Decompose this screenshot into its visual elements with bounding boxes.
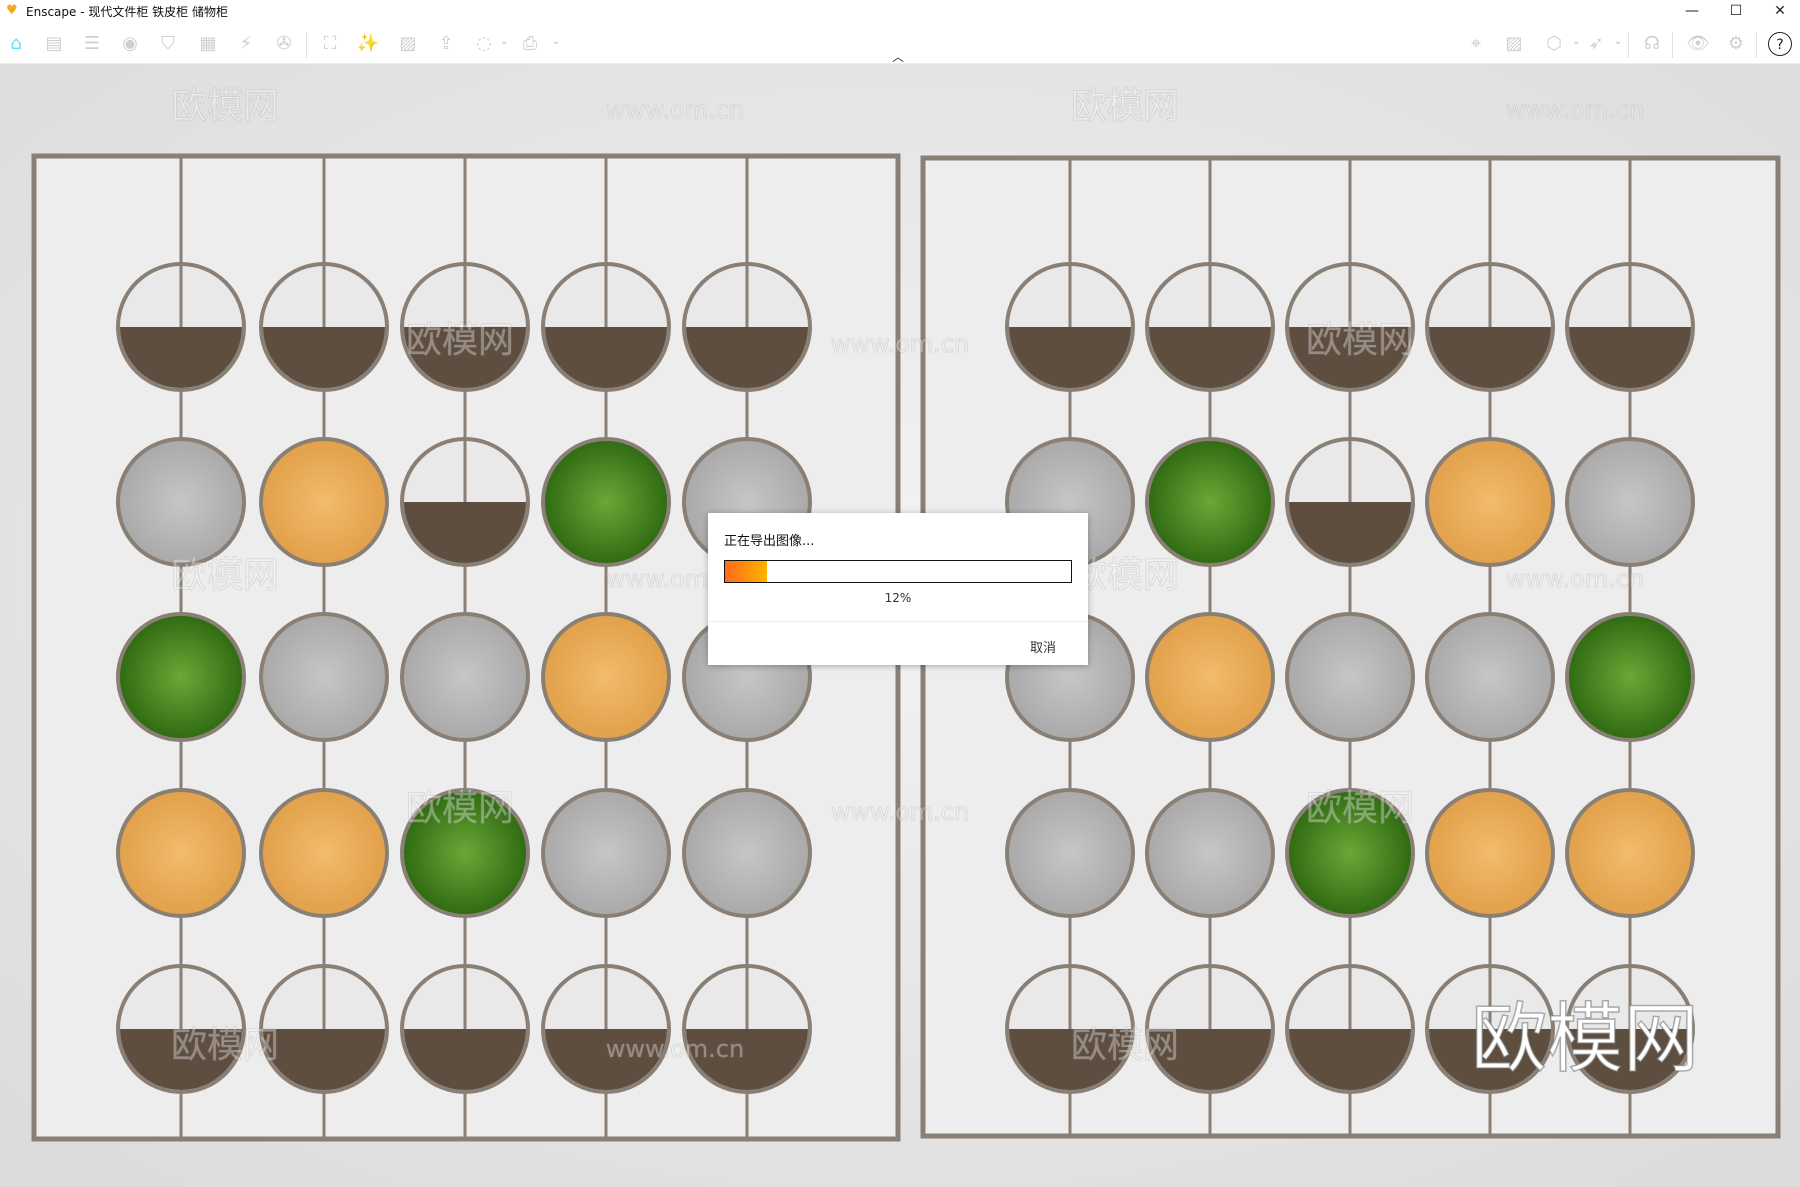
export-file-icon[interactable]: ⇪: [434, 32, 458, 56]
circle-panel-gray-felt: [1145, 788, 1275, 918]
box-icon[interactable]: ⬡: [1542, 32, 1566, 56]
toolbar-separator: [1628, 32, 1629, 58]
circle-panel-moss: [1565, 612, 1695, 742]
circle-panel-half-brown: [116, 262, 246, 392]
circle-panel-half-brown: [682, 964, 812, 1094]
panorama-dropdown-chevron-icon[interactable]: ⌄: [500, 36, 508, 47]
circle-panel-gray-felt: [400, 612, 530, 742]
screenshot-icon[interactable]: ⛶: [318, 32, 342, 56]
watermark-text: 欧模网: [171, 1025, 279, 1066]
building-flash-icon[interactable]: ⚡: [234, 32, 258, 56]
watermark-text: www.om.cn: [831, 798, 969, 826]
circle-panel-gray-felt: [682, 788, 812, 918]
map-location-icon[interactable]: ⌖: [1464, 32, 1488, 56]
circle-panel-half-brown: [1145, 262, 1275, 392]
circle-panel-gray-felt: [541, 788, 671, 918]
toolbar-separator: [306, 32, 307, 58]
circle-panel-half-brown: [541, 262, 671, 392]
watermark-text: www.om.cn: [606, 96, 744, 124]
close-button[interactable]: ✕: [1760, 0, 1800, 22]
progress-bar: [724, 560, 1072, 583]
building-icon[interactable]: ▦: [196, 32, 220, 56]
watermark-text: www.om.cn: [606, 1035, 744, 1063]
help-icon[interactable]: ?: [1768, 32, 1792, 56]
circle-panel-gray-felt: [1565, 437, 1695, 567]
watermark-text: 欧模网: [1071, 1025, 1179, 1066]
panorama-360-icon[interactable]: ◌: [472, 32, 496, 56]
circle-panel-orange-felt: [541, 612, 671, 742]
circle-panel-orange-felt: [1425, 437, 1555, 567]
video-reel-icon[interactable]: ✇: [272, 32, 296, 56]
circle-panel-half-brown: [400, 964, 530, 1094]
watermark-text: 欧模网: [1071, 86, 1179, 127]
divider: [708, 621, 1088, 622]
collapse-toolbar-chevron-icon[interactable]: ︿: [892, 48, 904, 65]
watermark-text: 欧模网: [406, 788, 514, 829]
minimize-button[interactable]: —: [1672, 0, 1712, 22]
bim-icon[interactable]: ☰: [80, 32, 104, 56]
circle-panel-gray-felt: [1425, 612, 1555, 742]
circle-panel-gray-felt: [1005, 788, 1135, 918]
circle-panel-half-brown: [259, 262, 389, 392]
shield-icon[interactable]: ⛉: [156, 32, 180, 56]
enscape-logo-icon: ♥: [6, 3, 18, 18]
watermark-text: 欧模网: [406, 320, 514, 361]
gear-icon[interactable]: ⚙: [1724, 32, 1748, 56]
circle-panel-orange-felt: [259, 788, 389, 918]
circle-panel-half-brown: [682, 262, 812, 392]
dialog-title: 正在导出图像...: [724, 534, 815, 549]
circle-panel-half-brown: [1285, 437, 1415, 567]
watermark-text: 欧模网: [171, 86, 279, 127]
image-icon[interactable]: ▨: [396, 32, 420, 56]
circle-panel-gray-felt: [1285, 612, 1415, 742]
circle-panel-gray-felt: [116, 437, 246, 567]
circle-panel-half-brown: [400, 437, 530, 567]
circle-panel-half-brown: [259, 964, 389, 1094]
circle-panel-moss: [116, 612, 246, 742]
circle-panel-half-brown: [1005, 262, 1135, 392]
watermark-text: 欧模网: [1306, 320, 1414, 361]
cancel-button[interactable]: 取消: [1030, 637, 1056, 656]
circle-panel-orange-felt: [116, 788, 246, 918]
toolbar-separator: [1672, 32, 1673, 58]
circle-panel-orange-felt: [1565, 788, 1695, 918]
watermark-text: www.om.cn: [831, 330, 969, 358]
circle-panel-moss: [1145, 437, 1275, 567]
circle-panel-half-brown: [1565, 262, 1695, 392]
title-bar: ♥ Enscape - 现代文件柜 铁皮柜 储物柜 — ☐ ✕: [0, 0, 1800, 22]
circle-panel-orange-felt: [1145, 612, 1275, 742]
eye-settings-icon[interactable]: 👁: [1686, 32, 1710, 56]
circle-panel-half-brown: [1285, 964, 1415, 1094]
progress-bar-fill: [725, 561, 767, 582]
progress-percent: 12%: [884, 591, 912, 605]
circle-panel-orange-felt: [259, 437, 389, 567]
vr-headset-icon[interactable]: ☊: [1640, 32, 1664, 56]
magic-wand-icon[interactable]: ✨: [356, 32, 380, 56]
image-panel-icon[interactable]: ▨: [1502, 32, 1526, 56]
wing-dropdown-chevron-icon[interactable]: ⌄: [1614, 36, 1622, 47]
circle-panel-half-brown: [541, 964, 671, 1094]
export-progress-dialog: 正在导出图像... 12% 取消: [708, 513, 1088, 665]
watermark-text: www.om.cn: [1506, 565, 1644, 593]
maximize-button[interactable]: ☐: [1716, 0, 1756, 22]
circle-panel-moss: [541, 437, 671, 567]
window-title: Enscape - 现代文件柜 铁皮柜 储物柜: [26, 4, 228, 19]
circle-panel-half-brown: [1425, 262, 1555, 392]
home-icon[interactable]: ⌂: [4, 32, 28, 56]
notes-icon[interactable]: ▤: [42, 32, 66, 56]
watermark-text: 欧模网: [1306, 788, 1414, 829]
wing-icon[interactable]: ➶: [1584, 32, 1608, 56]
watermark-text: www.om.cn: [1506, 96, 1644, 124]
circle-panel-gray-felt: [259, 612, 389, 742]
exr-export-icon[interactable]: ⎙: [518, 32, 542, 56]
exr-dropdown-chevron-icon[interactable]: ⌄: [552, 36, 560, 47]
view-icon[interactable]: ◉: [118, 32, 142, 56]
watermark-logo: 欧模网: [1471, 994, 1699, 1083]
box-dropdown-chevron-icon[interactable]: ⌄: [1572, 36, 1580, 47]
circle-panel-orange-felt: [1425, 788, 1555, 918]
toolbar-separator: [1756, 32, 1757, 58]
watermark-text: 欧模网: [171, 555, 279, 596]
